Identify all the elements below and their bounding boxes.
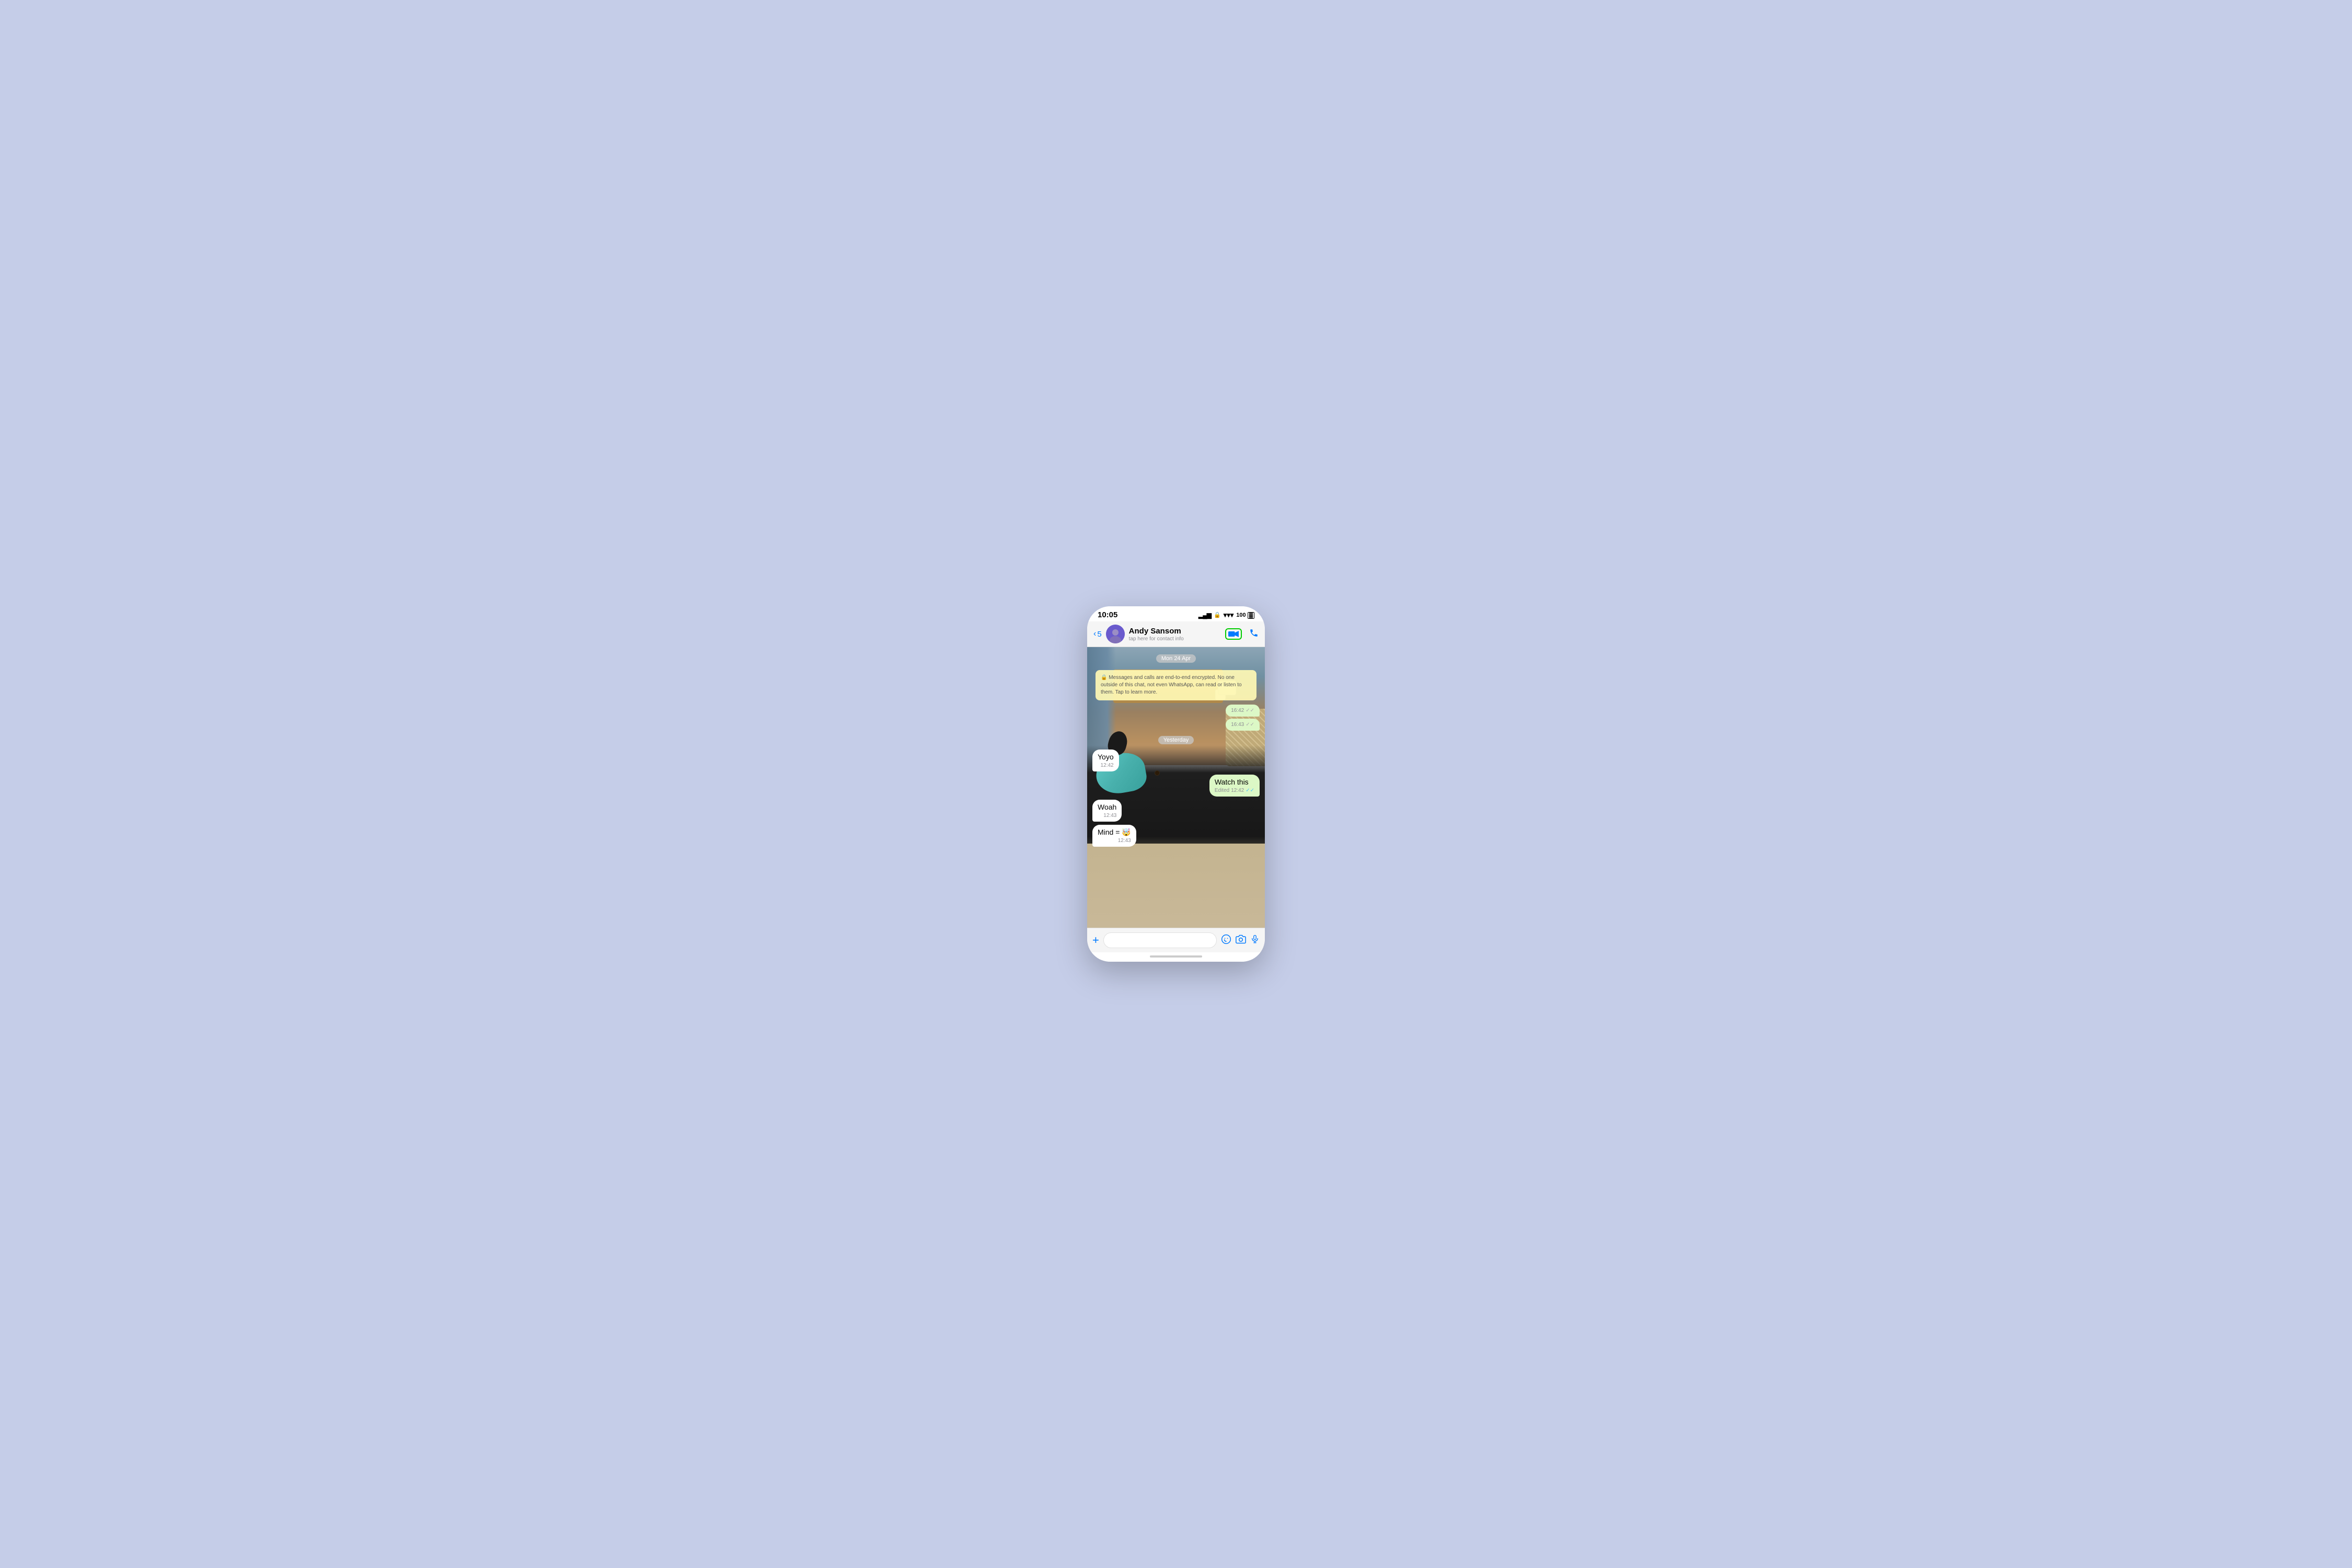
received-time-1: 12:42 bbox=[1101, 763, 1114, 768]
home-bar bbox=[1150, 955, 1202, 958]
received-meta-2: 12:43 bbox=[1098, 813, 1116, 818]
video-camera-icon bbox=[1228, 630, 1239, 638]
status-icons: ▂▄▆ 🔒 ▾▾▾ 100 ▓ bbox=[1198, 611, 1254, 619]
received-meta-3: 12:43 bbox=[1098, 838, 1131, 844]
spacer bbox=[1092, 850, 1260, 924]
phone-frame: 10:05 ▂▄▆ 🔒 ▾▾▾ 100 ▓ ‹ 5 bbox=[1087, 606, 1265, 962]
sent-time-1: 16:42 bbox=[1231, 708, 1244, 713]
wifi-icon: ▾▾▾ bbox=[1224, 611, 1234, 619]
sent-message-watch: Watch this Edited 12:42 ✓✓ bbox=[1209, 775, 1260, 797]
battery-icon: 100 ▓ bbox=[1236, 612, 1254, 618]
chevron-left-icon: ‹ bbox=[1093, 629, 1096, 639]
received-text-3: Mind = 🤯 bbox=[1098, 828, 1131, 836]
avatar-image bbox=[1106, 625, 1125, 643]
sent-meta-watch: Edited 12:42 ✓✓ bbox=[1215, 788, 1254, 793]
sticker-icon[interactable] bbox=[1221, 934, 1231, 947]
signal-icon: ▂▄▆ bbox=[1198, 612, 1211, 619]
sent-bubble-1: 16:42 ✓✓ bbox=[1226, 705, 1260, 717]
messages-container: Mon 24 Apr 🔒 Messages and calls are end-… bbox=[1087, 647, 1265, 928]
contact-subtitle: tap here for contact info bbox=[1129, 636, 1221, 642]
received-text-2: Woah bbox=[1098, 803, 1116, 811]
video-call-button[interactable] bbox=[1225, 628, 1242, 640]
status-time: 10:05 bbox=[1098, 610, 1117, 619]
plus-button[interactable]: + bbox=[1092, 933, 1099, 947]
contact-name: Andy Sansom bbox=[1129, 627, 1221, 636]
nav-actions bbox=[1225, 628, 1259, 640]
lock-icon: 🔒 bbox=[1214, 612, 1221, 618]
sent-text-watch: Watch this bbox=[1215, 778, 1249, 786]
back-button[interactable]: ‹ 5 bbox=[1093, 629, 1102, 639]
back-count[interactable]: 5 bbox=[1097, 630, 1101, 639]
received-message-2: Woah 12:43 bbox=[1092, 800, 1122, 822]
sent-ticks-1: ✓✓ bbox=[1246, 708, 1254, 713]
mic-icon[interactable] bbox=[1250, 934, 1260, 947]
received-message-1: Yoyo 12:42 bbox=[1092, 750, 1119, 771]
sent-meta-2: 16:43 ✓✓ bbox=[1231, 722, 1254, 728]
home-indicator bbox=[1087, 952, 1265, 962]
contact-info: Andy Sansom tap here for contact info bbox=[1129, 627, 1221, 642]
received-time-3: 12:43 bbox=[1118, 838, 1131, 844]
date-badge-yesterday: Yesterday bbox=[1158, 736, 1194, 744]
avatar bbox=[1106, 625, 1125, 643]
input-bar: + bbox=[1087, 928, 1265, 952]
sent-meta-1: 16:42 ✓✓ bbox=[1231, 708, 1254, 713]
chat-area: 12:00 Mon 24 Apr 🔒 Messages and calls ar… bbox=[1087, 647, 1265, 928]
received-time-2: 12:43 bbox=[1103, 813, 1116, 818]
camera-icon[interactable] bbox=[1236, 934, 1246, 947]
edited-label: Edited bbox=[1215, 788, 1229, 793]
received-meta-1: 12:42 bbox=[1098, 763, 1114, 768]
received-message-3: Mind = 🤯 12:43 bbox=[1092, 825, 1136, 847]
sent-ticks-2: ✓✓ bbox=[1246, 722, 1254, 728]
sent-bubble-2: 16:43 ✓✓ bbox=[1226, 719, 1260, 731]
nav-bar: ‹ 5 Andy Sansom tap here for contact inf… bbox=[1087, 621, 1265, 647]
status-bar: 10:05 ▂▄▆ 🔒 ▾▾▾ 100 ▓ bbox=[1087, 606, 1265, 621]
encryption-notice[interactable]: 🔒 Messages and calls are end-to-end encr… bbox=[1096, 670, 1256, 700]
sent-time-watch: 12:42 bbox=[1231, 788, 1244, 793]
received-text-1: Yoyo bbox=[1098, 753, 1114, 761]
input-actions bbox=[1221, 934, 1260, 947]
message-input[interactable] bbox=[1103, 932, 1217, 948]
phone-call-button[interactable] bbox=[1249, 628, 1259, 640]
date-badge-1: Mon 24 Apr bbox=[1156, 654, 1196, 663]
phone-icon bbox=[1249, 628, 1259, 638]
sent-ticks-watch: ✓✓ bbox=[1246, 788, 1254, 793]
sent-time-2: 16:43 bbox=[1231, 722, 1244, 728]
